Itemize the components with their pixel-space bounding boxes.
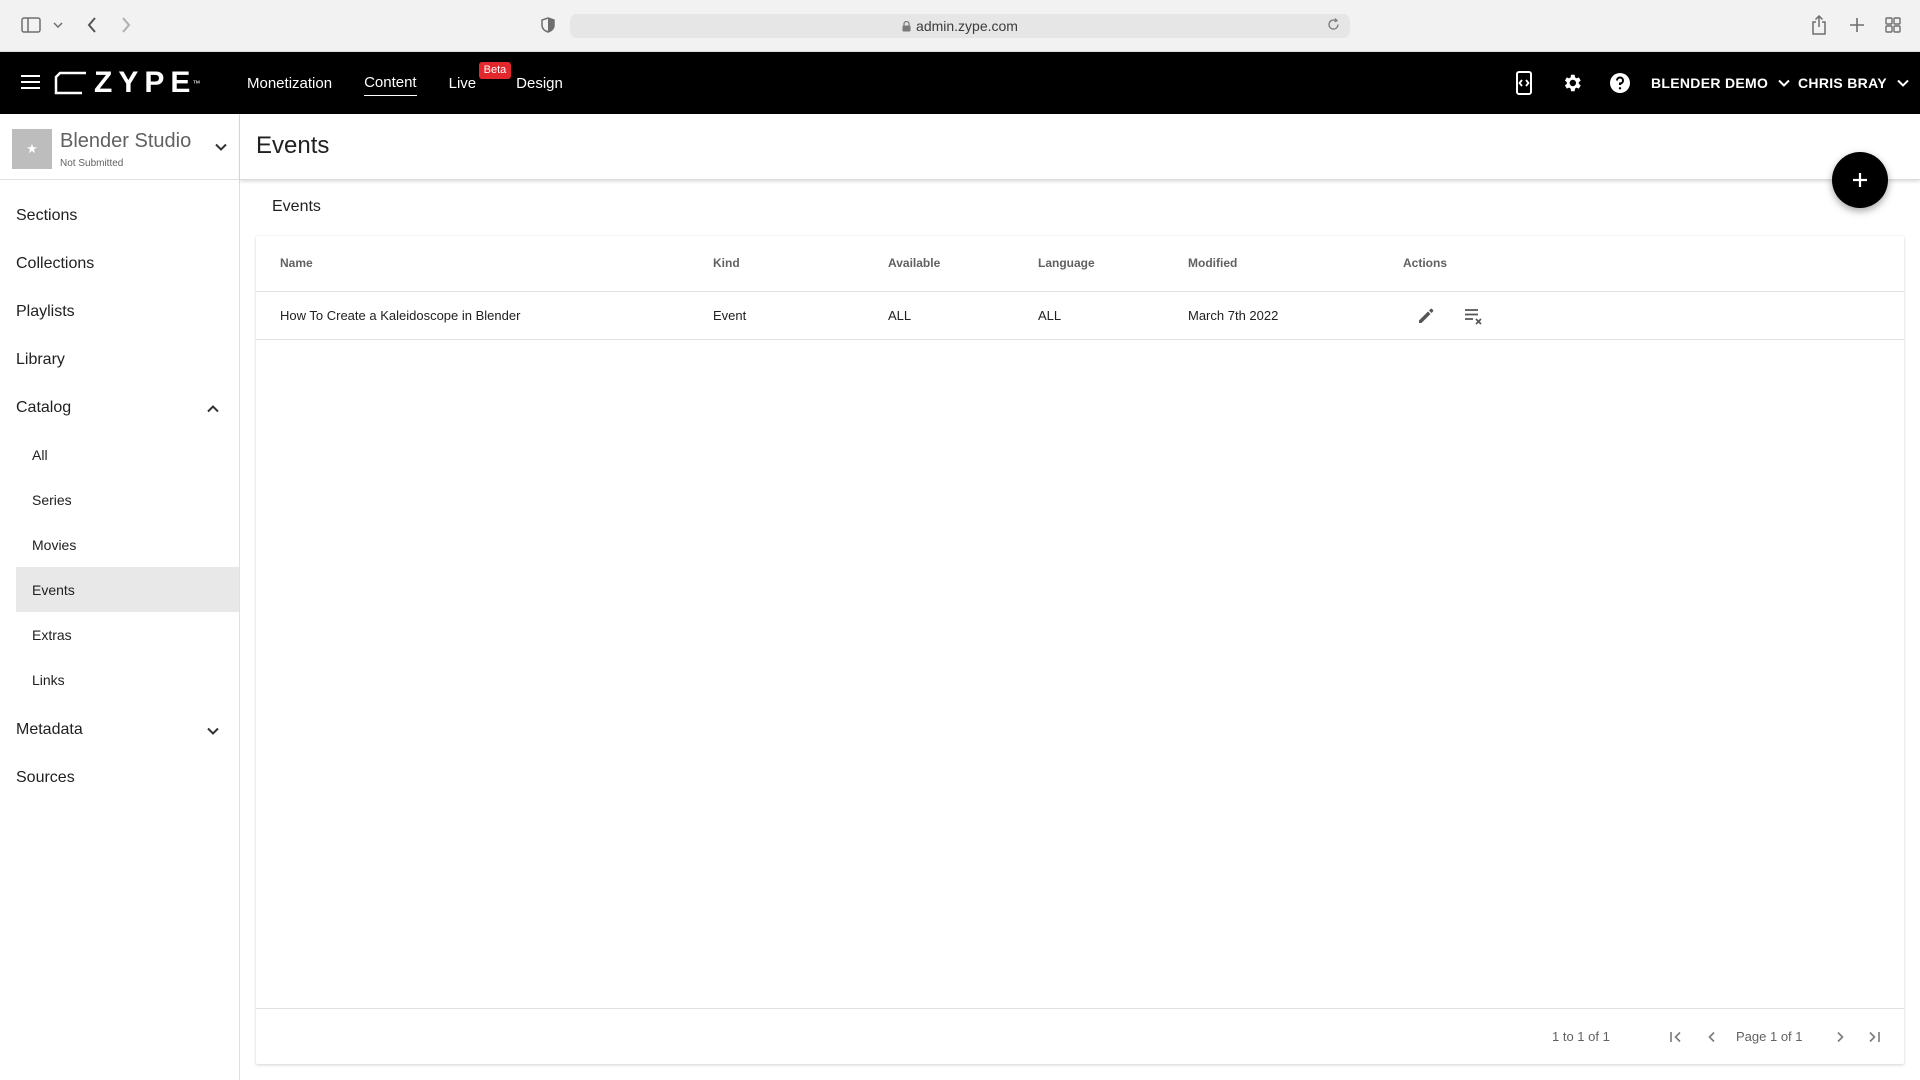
sidebar-subitem-series[interactable]: Series (0, 477, 239, 522)
main-nav: Monetization Content Live Beta Design (247, 52, 595, 114)
chevron-down-icon (1778, 79, 1790, 87)
user-dropdown[interactable]: CHRIS BRAY (1798, 52, 1909, 114)
project-thumbnail: ★ (12, 129, 52, 169)
sidebar-item-label: Metadata (16, 721, 83, 738)
chevron-down-icon[interactable] (215, 138, 227, 156)
user-label: CHRIS BRAY (1798, 75, 1887, 91)
sidebar-subitem-links[interactable]: Links (0, 657, 239, 702)
edit-pencil-icon[interactable] (1414, 304, 1438, 328)
logo-text: ZYPE (94, 66, 197, 99)
table-footer: 1 to 1 of 1 Page 1 of 1 (256, 1008, 1904, 1064)
last-page-icon[interactable] (1862, 1025, 1886, 1049)
first-page-icon[interactable] (1664, 1025, 1688, 1049)
settings-gear-icon[interactable] (1559, 70, 1585, 96)
cell-language: ALL (1038, 308, 1062, 323)
sidebar-item-collections[interactable]: Collections (0, 240, 239, 288)
pagination-range: 1 to 1 of 1 (1552, 1029, 1610, 1044)
cell-name[interactable]: How To Create a Kaleidoscope in Blender (280, 308, 520, 323)
sidebar-item-catalog[interactable]: Catalog (0, 384, 239, 432)
nav-content[interactable]: Content (364, 70, 417, 96)
sidebar-subitem-movies[interactable]: Movies (0, 522, 239, 567)
sidebar-item-sources[interactable]: Sources (0, 754, 239, 802)
account-dropdown[interactable]: BLENDER DEMO (1651, 52, 1790, 114)
project-name: Blender Studio (60, 130, 192, 152)
pagination-page: Page 1 of 1 (1736, 1029, 1803, 1044)
app-header: ZYPE ™ Monetization Content Live Beta Des… (0, 52, 1920, 114)
help-icon[interactable] (1607, 70, 1633, 96)
column-header-available[interactable]: Available (888, 256, 940, 270)
sidebar-item-label: Catalog (16, 399, 72, 416)
share-icon[interactable] (1808, 12, 1830, 38)
zype-logo[interactable]: ZYPE ™ (54, 66, 201, 99)
chevron-down-icon (207, 722, 219, 740)
nav-live-label: Live (448, 74, 477, 92)
plus-icon (1853, 173, 1867, 187)
column-header-language[interactable]: Language (1038, 256, 1095, 270)
table-row[interactable]: How To Create a Kaleidoscope in Blender … (256, 292, 1904, 340)
add-event-button[interactable] (1832, 152, 1888, 208)
column-header-kind[interactable]: Kind (713, 256, 740, 270)
section-title: Events (272, 198, 321, 215)
privacy-shield-icon[interactable] (538, 12, 558, 38)
chevron-down-icon (1897, 79, 1909, 87)
account-label: BLENDER DEMO (1651, 75, 1769, 91)
browser-toolbar: admin.zype.com (0, 0, 1920, 52)
chevron-down-icon[interactable] (52, 12, 64, 38)
nav-live[interactable]: Live Beta (448, 61, 512, 96)
sidebar-item-playlists[interactable]: Playlists (0, 288, 239, 336)
address-bar[interactable]: admin.zype.com (570, 14, 1350, 38)
sidebar-item-metadata[interactable]: Metadata (0, 706, 239, 754)
star-icon: ★ (26, 141, 38, 156)
sidebar: ★ Blender Studio Not Submitted Sections … (0, 114, 240, 1080)
sidebar-item-sections[interactable]: Sections (0, 192, 239, 240)
sidebar-item-library[interactable]: Library (0, 336, 239, 384)
url-text: admin.zype.com (916, 18, 1018, 34)
back-icon[interactable] (82, 12, 102, 38)
project-selector[interactable]: ★ Blender Studio Not Submitted (0, 114, 239, 180)
page-header: Events (240, 114, 1920, 180)
nav-design[interactable]: Design (516, 71, 563, 96)
lock-icon (902, 20, 911, 32)
page-title: Events (256, 132, 330, 159)
column-header-actions: Actions (1403, 256, 1448, 270)
forward-icon[interactable] (116, 12, 136, 38)
sidebar-nav: Sections Collections Playlists Library C… (0, 192, 239, 802)
logo-bracket-icon (54, 71, 86, 95)
embed-code-icon[interactable] (1511, 70, 1537, 96)
project-status: Not Submitted (60, 158, 124, 169)
sidebar-subitem-events[interactable]: Events (16, 567, 239, 612)
sidebar-toggle-icon[interactable] (20, 12, 42, 38)
menu-icon[interactable] (19, 72, 43, 94)
column-header-name[interactable]: Name (280, 256, 313, 270)
sidebar-subitem-extras[interactable]: Extras (0, 612, 239, 657)
chevron-up-icon (207, 400, 219, 418)
beta-badge: Beta (478, 61, 512, 79)
cell-available: ALL (888, 308, 912, 323)
new-tab-icon[interactable] (1846, 12, 1868, 38)
catalog-submenu: All Series Movies Events Extras Links (0, 432, 239, 702)
tab-overview-icon[interactable] (1882, 12, 1904, 38)
sidebar-subitem-all[interactable]: All (0, 432, 239, 477)
nav-monetization[interactable]: Monetization (247, 71, 332, 96)
logo-trademark: ™ (192, 78, 201, 88)
reload-icon[interactable] (1327, 18, 1340, 34)
table-header: Name Kind Available Language Modified Ac… (256, 236, 1904, 292)
previous-page-icon[interactable] (1700, 1025, 1724, 1049)
next-page-icon[interactable] (1828, 1025, 1852, 1049)
cell-kind: Event (713, 308, 747, 323)
events-table: Name Kind Available Language Modified Ac… (256, 236, 1904, 1064)
column-header-modified[interactable]: Modified (1188, 256, 1237, 270)
cell-modified: March 7th 2022 (1188, 308, 1279, 323)
remove-from-list-icon[interactable] (1462, 304, 1486, 328)
